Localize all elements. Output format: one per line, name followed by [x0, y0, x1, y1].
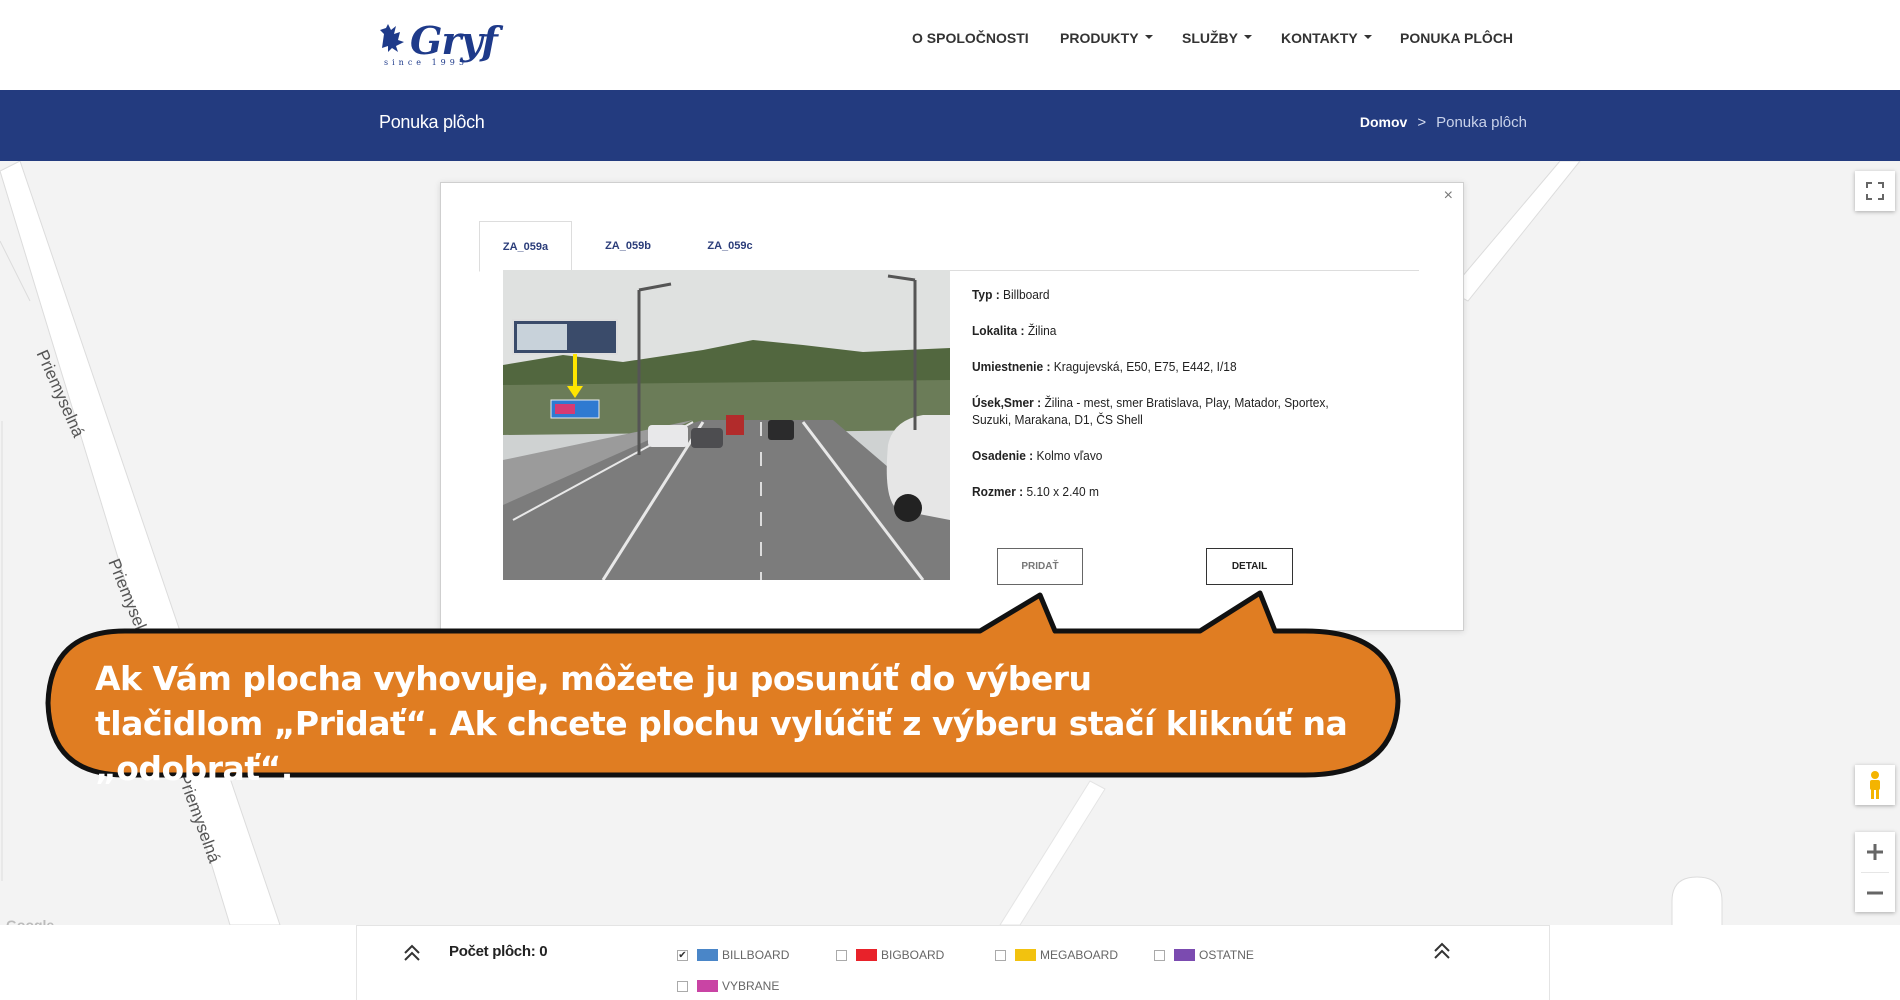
breadcrumb-current: Ponuka plôch: [1436, 114, 1527, 131]
legend-swatch: [1015, 949, 1036, 961]
double-chevron-up-icon[interactable]: [403, 944, 421, 962]
fullscreen-button[interactable]: [1855, 171, 1895, 211]
callout-text: Ak Vám plocha vyhovuje, môžete ju posunú…: [95, 656, 1395, 791]
tab-za-059c[interactable]: ZA_059c: [674, 221, 786, 271]
legend-label: VYBRANE: [722, 979, 780, 993]
billboard-photo: [503, 270, 950, 580]
popup-tabs: ZA_059a ZA_059b ZA_059c: [479, 221, 1419, 272]
gryf-logo[interactable]: Gryf since 1995: [378, 18, 498, 67]
checkbox[interactable]: [1154, 949, 1165, 961]
zoom-out-button[interactable]: [1866, 873, 1884, 912]
checkbox-checked[interactable]: ✔: [677, 949, 688, 961]
detail-usek-smer: Úsek,Smer : Žilina - mest, smer Bratisla…: [972, 395, 1329, 427]
checkbox[interactable]: [677, 980, 688, 992]
billboard-details: Typ : Billboard Lokalita : Žilina Umiest…: [972, 286, 1368, 519]
legend-bigboard[interactable]: BIGBOARD: [836, 948, 944, 962]
griffin-icon: [380, 24, 404, 52]
breadcrumb-home-link[interactable]: Domov: [1360, 114, 1407, 130]
nav-kontakty[interactable]: KONTAKTY: [1281, 30, 1372, 46]
logo-tagline: since 1995: [384, 58, 468, 67]
bottom-filter-panel: Počet plôch: 0 ✔ BILLBOARD BIGBOARD MEGAB…: [356, 925, 1550, 1000]
detail-rozmer: Rozmer : 5.10 x 2.40 m: [972, 484, 1099, 499]
add-button[interactable]: PRIDAŤ: [997, 548, 1083, 585]
legend-billboard[interactable]: ✔ BILLBOARD: [677, 948, 789, 962]
detail-typ: Typ : Billboard: [972, 287, 1050, 302]
detail-osadenie: Osadenie : Kolmo vľavo: [972, 448, 1103, 463]
street-view-pegman[interactable]: [1855, 765, 1895, 805]
fullscreen-icon: [1866, 182, 1884, 200]
zoom-control: [1855, 832, 1895, 912]
caret-down-icon: [1363, 35, 1372, 40]
nav-ponuka-ploch[interactable]: PONUKA PLÔCH: [1400, 30, 1513, 46]
billboard-info-popup: × ZA_059a ZA_059b ZA_059c Typ: Billboar…: [440, 182, 1464, 631]
caret-down-icon: [1244, 35, 1252, 40]
legend-ostatne[interactable]: OSTATNE: [1154, 948, 1254, 962]
close-icon[interactable]: ×: [1444, 187, 1453, 205]
checkbox[interactable]: [995, 949, 1006, 961]
tab-za-059a[interactable]: ZA_059a: [479, 221, 572, 272]
logo-wordmark: Gryf: [410, 18, 498, 63]
legend-label: MEGABOARD: [1040, 948, 1119, 962]
nav-sluzby[interactable]: SLUŽBY: [1182, 30, 1252, 46]
legend-label: BILLBOARD: [722, 948, 790, 962]
detail-umiestnenie: Umiestnenie : Kragujevská, E50, E75, E44…: [972, 359, 1237, 374]
nav-o-spolocnosti[interactable]: O SPOLOČNOSTI: [912, 30, 1029, 46]
legend-vybrane[interactable]: VYBRANE: [677, 979, 779, 993]
callout-line: Ak Vám plocha vyhovuje, môžete ju posunú…: [95, 659, 1092, 698]
google-attribution: Google: [6, 917, 55, 925]
legend-swatch: [1174, 949, 1195, 961]
legend-swatch: [856, 949, 877, 961]
legend-megaboard[interactable]: MEGABOARD: [995, 948, 1118, 962]
page-title-band: Ponuka plôch Domov > Ponuka plôch: [0, 90, 1900, 161]
detail-button[interactable]: DETAIL: [1206, 548, 1293, 585]
legend-swatch: [697, 980, 718, 992]
double-chevron-up-icon[interactable]: [1433, 942, 1451, 960]
checkbox[interactable]: [836, 949, 847, 961]
caret-down-icon: [1144, 35, 1153, 40]
nav-produkty[interactable]: PRODUKTY: [1060, 30, 1153, 46]
page-title: Ponuka plôch: [379, 112, 485, 132]
plus-icon: [1867, 844, 1883, 860]
legend-label: BIGBOARD: [881, 948, 945, 962]
callout-line: tlačidlom „Pridať“. Ak chcete plochu vyl…: [95, 704, 1348, 788]
legend-label: OSTATNE: [1199, 948, 1254, 962]
tab-za-059b[interactable]: ZA_059b: [572, 221, 684, 271]
surface-count: Počet plôch: 0: [449, 943, 548, 960]
breadcrumb: Domov > Ponuka plôch: [1360, 114, 1527, 131]
breadcrumb-separator: >: [1417, 114, 1427, 131]
detail-lokalita: Lokalita : Žilina: [972, 323, 1057, 338]
pegman-icon: [1870, 771, 1880, 799]
minus-icon: [1867, 891, 1883, 894]
zoom-in-button[interactable]: [1866, 832, 1884, 872]
top-header: Gryf since 1995 O SPOLOČNOSTI PRODUKTY S…: [0, 0, 1900, 90]
legend-swatch: [697, 949, 718, 961]
